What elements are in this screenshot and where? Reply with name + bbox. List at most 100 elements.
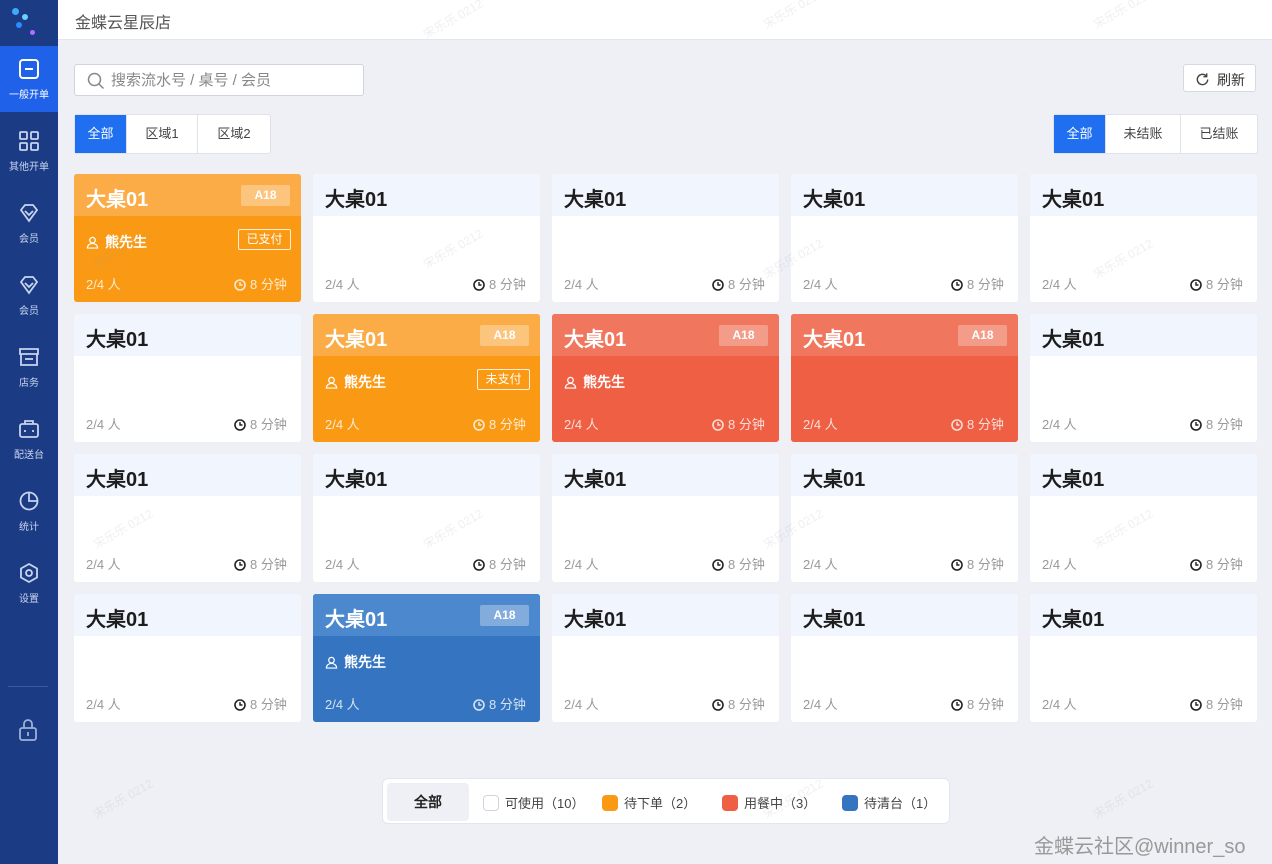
footer-watermark: 金蝶云社区@winner_so	[1034, 836, 1246, 858]
table-card[interactable]: 大桌01 2/4 人 8 分钟	[74, 314, 301, 442]
duration-text: 8 分钟	[489, 277, 526, 292]
sidebar-item-0[interactable]: 一般开单	[0, 46, 58, 112]
search-icon	[87, 72, 105, 90]
table-duration: 8 分钟	[951, 274, 1007, 293]
legend-pending-order[interactable]: 待下单（2）	[602, 793, 696, 812]
duration-text: 8 分钟	[489, 557, 526, 572]
table-duration: 8 分钟	[712, 694, 768, 713]
sidebar-item-3[interactable]: 会员	[0, 262, 58, 328]
clock-icon	[1190, 277, 1206, 292]
sidebar-item-6[interactable]: 统计	[0, 478, 58, 544]
sidebar-item-label: 设置	[19, 594, 39, 605]
table-capacity: 2/4 人	[1042, 557, 1077, 572]
table-capacity: 2/4 人	[86, 277, 121, 292]
guest-name: 熊先生	[325, 652, 386, 672]
table-duration: 8 分钟	[712, 414, 768, 433]
tab-status-unsettled[interactable]: 未结账	[1106, 115, 1181, 153]
table-name: 大桌01	[86, 469, 149, 491]
guest-name-text: 熊先生	[583, 374, 625, 390]
table-card[interactable]: 大桌01 A18 熊先生 未支付 2/4 人 8 分钟	[313, 314, 540, 442]
table-duration: 8 分钟	[712, 274, 768, 293]
table-card[interactable]: 大桌01 2/4 人 8 分钟	[552, 454, 779, 582]
clock-icon	[712, 697, 728, 712]
table-duration: 8 分钟	[473, 414, 529, 433]
table-card[interactable]: 大桌01 2/4 人 8 分钟	[74, 594, 301, 722]
duration-text: 8 分钟	[1206, 557, 1243, 572]
table-name: 大桌01	[86, 609, 149, 631]
table-duration: 8 分钟	[234, 274, 290, 293]
clock-icon	[234, 697, 250, 712]
table-card[interactable]: 大桌01 2/4 人 8 分钟	[313, 454, 540, 582]
sidebar-item-1[interactable]: 其他开单	[0, 118, 58, 184]
sidebar-item-7[interactable]: 设置	[0, 550, 58, 616]
table-card[interactable]: 大桌01 A18 熊先生 2/4 人 8 分钟	[313, 594, 540, 722]
user-icon	[564, 374, 583, 390]
clock-icon	[1190, 557, 1206, 572]
table-name: 大桌01	[564, 189, 627, 211]
table-card[interactable]: 大桌01 A18 熊先生 2/4 人 8 分钟	[552, 314, 779, 442]
sidebar-item-2[interactable]: 会员	[0, 190, 58, 256]
table-card[interactable]: 大桌01 2/4 人 8 分钟	[552, 174, 779, 302]
tab-area-2[interactable]: 区域2	[198, 115, 270, 153]
area-tabs: 全部 区域1 区域2	[74, 114, 271, 154]
sidebar-item-4[interactable]: 店务	[0, 334, 58, 400]
sidebar-item-5[interactable]: 配送台	[0, 406, 58, 472]
sidebar-divider	[8, 686, 48, 687]
table-name: 大桌01	[325, 609, 388, 631]
status-tabs: 全部 未结账 已结账	[1053, 114, 1258, 154]
table-name: 大桌01	[1042, 469, 1105, 491]
table-card[interactable]: 大桌01 2/4 人 8 分钟	[552, 594, 779, 722]
clock-icon	[951, 697, 967, 712]
sidebar-item-label: 配送台	[14, 450, 44, 461]
table-capacity: 2/4 人	[1042, 277, 1077, 292]
legend-available[interactable]: 可使用（10）	[483, 793, 584, 812]
legend-to-clear[interactable]: 待清台（1）	[842, 793, 936, 812]
tab-status-settled[interactable]: 已结账	[1181, 115, 1257, 153]
settings-icon	[0, 562, 58, 584]
chart-icon	[0, 490, 58, 512]
refresh-button[interactable]: 刷新	[1183, 64, 1256, 92]
table-name: 大桌01	[564, 609, 627, 631]
duration-text: 8 分钟	[250, 557, 287, 572]
table-card[interactable]: 大桌01 2/4 人 8 分钟	[791, 174, 1018, 302]
table-card[interactable]: 大桌01 A18 熊先生 已支付 2/4 人8 分钟	[74, 174, 301, 302]
table-card[interactable]: 大桌01 2/4 人 8 分钟	[1030, 314, 1257, 442]
duration-text: 8 分钟	[967, 417, 1004, 432]
table-code-badge: A18	[480, 325, 529, 346]
table-duration: 8 分钟	[234, 694, 290, 713]
clock-icon	[951, 277, 967, 292]
tab-status-all[interactable]: 全部	[1054, 115, 1106, 153]
table-card[interactable]: 大桌01 A18 2/4 人 8 分钟	[791, 314, 1018, 442]
table-card[interactable]: 大桌01 2/4 人 8 分钟	[1030, 594, 1257, 722]
table-duration: 8 分钟	[473, 554, 529, 573]
duration-text: 8 分钟	[1206, 417, 1243, 432]
table-code-badge: A18	[241, 185, 290, 206]
table-card[interactable]: 大桌01 2/4 人 8 分钟	[74, 454, 301, 582]
legend-all[interactable]: 全部	[387, 783, 469, 821]
tab-area-1[interactable]: 区域1	[127, 115, 198, 153]
search-box[interactable]	[74, 64, 364, 96]
clock-icon	[1190, 697, 1206, 712]
table-capacity: 2/4 人	[325, 277, 360, 292]
logo-icon	[0, 0, 58, 44]
clock-icon	[712, 417, 728, 432]
table-card[interactable]: 大桌01 2/4 人 8 分钟	[313, 174, 540, 302]
user-icon	[325, 654, 344, 670]
legend-swatch	[842, 795, 858, 811]
search-input[interactable]	[111, 69, 351, 91]
lock-icon[interactable]	[17, 718, 39, 747]
table-capacity: 2/4 人	[803, 557, 838, 572]
sidebar-item-label: 会员	[19, 306, 39, 317]
table-duration: 8 分钟	[234, 554, 290, 573]
duration-text: 8 分钟	[250, 697, 287, 712]
duration-text: 8 分钟	[728, 417, 765, 432]
guest-name: 熊先生	[325, 372, 386, 392]
table-card[interactable]: 大桌01 2/4 人 8 分钟	[791, 594, 1018, 722]
delivery-icon	[0, 418, 58, 440]
table-duration: 8 分钟	[951, 414, 1007, 433]
duration-text: 8 分钟	[1206, 697, 1243, 712]
table-capacity: 2/4 人	[803, 277, 838, 292]
table-capacity: 2/4 人	[86, 557, 121, 572]
legend-swatch	[722, 795, 738, 811]
tab-area-all[interactable]: 全部	[75, 115, 127, 153]
